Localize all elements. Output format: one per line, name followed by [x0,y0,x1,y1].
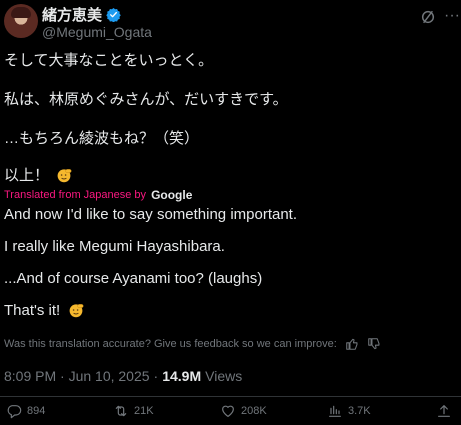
repost-button[interactable]: 21K [113,403,154,419]
translated-line-3: ...And of course Ayanami too? (laughs) [4,270,263,287]
views-label: Views [205,368,243,384]
avatar[interactable] [4,4,38,38]
original-line-3: …もちろん綾波もね？（笑） [4,130,200,147]
tweet-header: 緒方恵美 @Megumi_Ogata ··· [0,0,461,44]
like-button[interactable]: 208K [220,403,267,419]
reply-button[interactable]: 894 [6,403,45,419]
translation-attribution: Translated from Japanese by Google [4,188,192,202]
translation-provider: Google [151,188,193,202]
share-icon [438,405,450,417]
translated-line-2: I really like Megumi Hayashibara. [4,238,225,255]
original-line-4-row: 以上！ [4,167,72,185]
reply-count: 894 [27,405,46,417]
salute-emoji-icon [69,304,84,318]
original-line-4: 以上！ [4,167,50,184]
translation-feedback: Was this translation accurate? Give us f… [4,337,381,351]
author-handle[interactable]: @Megumi_Ogata [42,24,152,40]
timestamp[interactable]: 8:09 PM · Jun 10, 2025 [4,368,150,384]
action-bar: 894 21K 208K 3.7K [0,396,461,425]
author-display-name[interactable]: 緒方恵美 [42,4,102,25]
thumbs-up-icon[interactable] [345,337,359,351]
bookmark-icon [329,405,341,417]
salute-emoji-icon [58,169,72,183]
original-line-1: そして大事なことをいっとく。 [4,52,214,69]
original-line-2: 私は、林原めぐみさんが、だいすきです。 [4,91,288,108]
more-icon[interactable]: ··· [444,7,460,25]
translation-label: Translated from Japanese by [4,189,147,201]
verified-badge-icon [106,7,121,22]
repost-count: 21K [134,405,154,417]
bookmark-button[interactable]: 3.7K [327,403,371,419]
like-count: 208K [241,405,267,417]
thumbs-down-icon[interactable] [367,337,381,351]
like-icon [222,405,234,417]
bookmark-count: 3.7K [348,405,371,417]
repost-icon [115,405,127,417]
author-name-row: 緒方恵美 [42,4,121,25]
meta-separator: · [153,368,159,384]
translated-line-1: And now I'd like to say something import… [4,206,298,223]
grok-icon[interactable] [420,9,436,25]
views-count: 14.9M [162,368,202,384]
reply-icon [7,405,22,419]
translated-line-4-row: That's it! [4,302,84,320]
share-button[interactable] [436,403,452,419]
translated-line-4: That's it! [4,302,61,319]
feedback-prompt: Was this translation accurate? Give us f… [4,338,337,350]
tweet-meta: 8:09 PM · Jun 10, 2025 · 14.9M Views [4,368,242,384]
